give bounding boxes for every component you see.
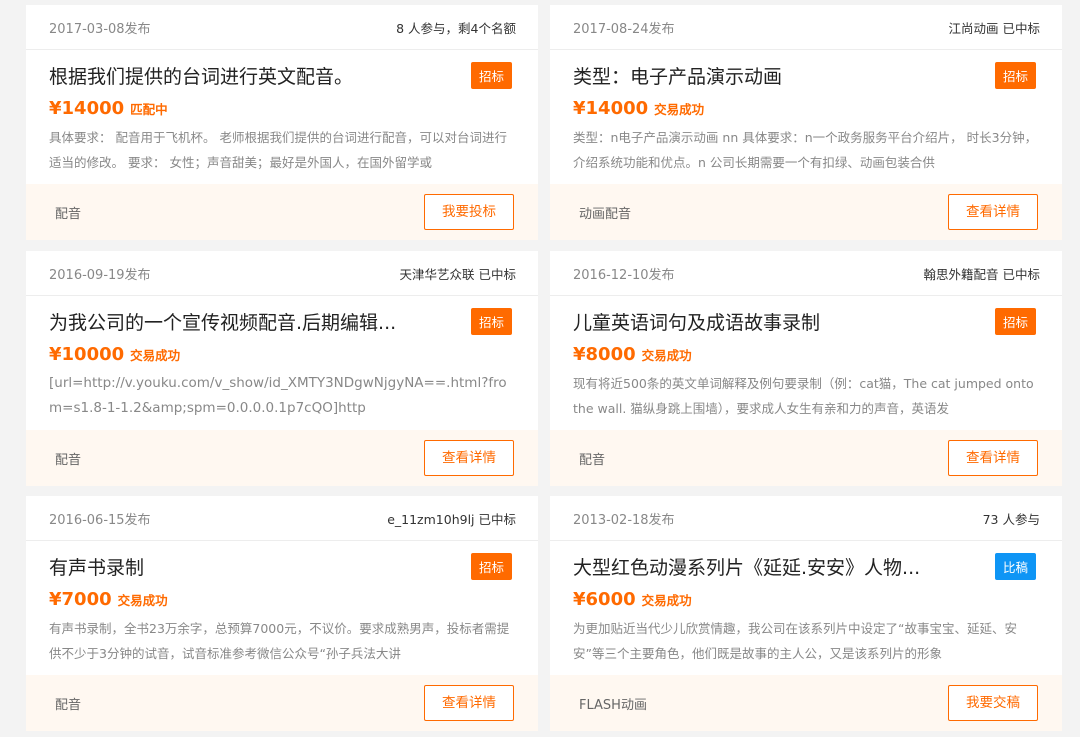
contest-type-badge: 比稿 (994, 553, 1036, 580)
category-tag: 配音 (55, 452, 82, 468)
bid-type-badge: 招标 (470, 62, 512, 89)
price: ¥14000 (49, 98, 125, 119)
card-header: 2017-03-08发布 8 人参与，剩4个名额 (26, 5, 538, 50)
submit-bid-button[interactable]: 我要投标 (424, 194, 514, 230)
project-description: 有声书录制，全书23万余字，总预算7000元，不议价。要求成熟男声，投标者需提供… (49, 621, 510, 661)
publish-date: 2013-02-18发布 (573, 512, 675, 528)
project-title[interactable]: 儿童英语词句及成语故事录制 (573, 308, 820, 335)
view-details-button[interactable]: 查看详情 (948, 194, 1038, 230)
card-footer: 配音 我要投标 (26, 184, 538, 240)
price: ¥7000 (49, 589, 112, 610)
bid-type-badge: 招标 (994, 62, 1036, 89)
card-header: 2016-06-15发布 e_11zm10h9lj 已中标 (26, 496, 538, 541)
project-card: 2016-06-15发布 e_11zm10h9lj 已中标 有声书录制 招标 ¥… (26, 496, 538, 731)
publish-date: 2016-06-15发布 (49, 512, 151, 528)
price: ¥6000 (573, 589, 636, 610)
card-footer: FLASH动画 我要交稿 (550, 675, 1062, 731)
price: ¥14000 (573, 98, 649, 119)
card-footer: 配音 查看详情 (26, 675, 538, 731)
project-title[interactable]: 有声书录制 (49, 553, 144, 580)
project-description: 为更加贴近当代少儿欣赏情趣，我公司在该系列片中设定了“故事宝宝、延延、安安”等三… (573, 621, 1017, 661)
deal-status: 匹配中 (130, 102, 168, 117)
category-tag: 动画配音 (579, 206, 632, 222)
category-tag: 配音 (579, 452, 606, 468)
project-description: 现有将近500条的英文单词解释及例句要录制（例：cat猫，The cat jum… (573, 376, 1034, 416)
project-grid: 2017-03-08发布 8 人参与，剩4个名额 根据我们提供的台词进行英文配音… (0, 0, 1080, 737)
publish-date: 2016-09-19发布 (49, 267, 151, 283)
price: ¥10000 (49, 344, 125, 365)
view-details-button[interactable]: 查看详情 (948, 440, 1038, 476)
deal-status: 交易成功 (654, 102, 705, 117)
project-card: 2013-02-18发布 73 人参与 大型红色动漫系列片《延延.安安》人物..… (550, 496, 1062, 731)
bid-type-badge: 招标 (470, 553, 512, 580)
card-header: 2013-02-18发布 73 人参与 (550, 496, 1062, 541)
project-title[interactable]: 为我公司的一个宣传视频配音.后期编辑... (49, 308, 396, 335)
bid-type-badge: 招标 (470, 308, 512, 335)
view-details-button[interactable]: 查看详情 (424, 440, 514, 476)
deal-status: 交易成功 (641, 348, 692, 363)
category-tag: FLASH动画 (579, 697, 647, 713)
project-card: 2017-08-24发布 江尚动画 已中标 类型：电子产品演示动画 招标 ¥14… (550, 5, 1062, 240)
bid-type-badge: 招标 (994, 308, 1036, 335)
view-details-button[interactable]: 查看详情 (424, 685, 514, 721)
project-title[interactable]: 大型红色动漫系列片《延延.安安》人物... (573, 553, 920, 580)
project-description: [url=http://v.youku.com/v_show/id_XMTY3N… (49, 375, 507, 416)
category-tag: 配音 (55, 206, 82, 222)
card-footer: 配音 查看详情 (26, 430, 538, 486)
price: ¥8000 (573, 344, 636, 365)
card-header: 2016-12-10发布 翰思外籍配音 已中标 (550, 251, 1062, 296)
project-card: 2016-12-10发布 翰思外籍配音 已中标 儿童英语词句及成语故事录制 招标… (550, 251, 1062, 486)
card-header: 2016-09-19发布 天津华艺众联 已中标 (26, 251, 538, 296)
participant-info: 8 人参与，剩4个名额 (396, 20, 516, 36)
project-card: 2016-09-19发布 天津华艺众联 已中标 为我公司的一个宣传视频配音.后期… (26, 251, 538, 486)
deal-status: 交易成功 (130, 348, 181, 363)
winner-info: e_11zm10h9lj 已中标 (387, 511, 516, 527)
publish-date: 2016-12-10发布 (573, 267, 675, 283)
project-description: 类型：n电子产品演示动画 nn 具体要求：n一个政务服务平台介绍片， 时长3分钟… (573, 130, 1038, 170)
participant-info: 73 人参与 (982, 511, 1040, 527)
deal-status: 交易成功 (117, 593, 168, 608)
project-description: 具体要求： 配音用于飞机杯。 老师根据我们提供的台词进行配音，可以对台词进行适当… (49, 130, 507, 170)
project-card: 2017-03-08发布 8 人参与，剩4个名额 根据我们提供的台词进行英文配音… (26, 5, 538, 240)
card-header: 2017-08-24发布 江尚动画 已中标 (550, 5, 1062, 50)
publish-date: 2017-08-24发布 (573, 21, 675, 37)
winner-info: 天津华艺众联 已中标 (399, 266, 516, 282)
publish-date: 2017-03-08发布 (49, 21, 151, 37)
card-footer: 动画配音 查看详情 (550, 184, 1062, 240)
project-title[interactable]: 根据我们提供的台词进行英文配音。 (49, 62, 353, 89)
winner-info: 江尚动画 已中标 (948, 20, 1040, 36)
deal-status: 交易成功 (641, 593, 692, 608)
submit-entry-button[interactable]: 我要交稿 (948, 685, 1038, 721)
winner-info: 翰思外籍配音 已中标 (923, 266, 1040, 282)
category-tag: 配音 (55, 697, 82, 713)
card-footer: 配音 查看详情 (550, 430, 1062, 486)
project-title[interactable]: 类型：电子产品演示动画 (573, 62, 782, 89)
